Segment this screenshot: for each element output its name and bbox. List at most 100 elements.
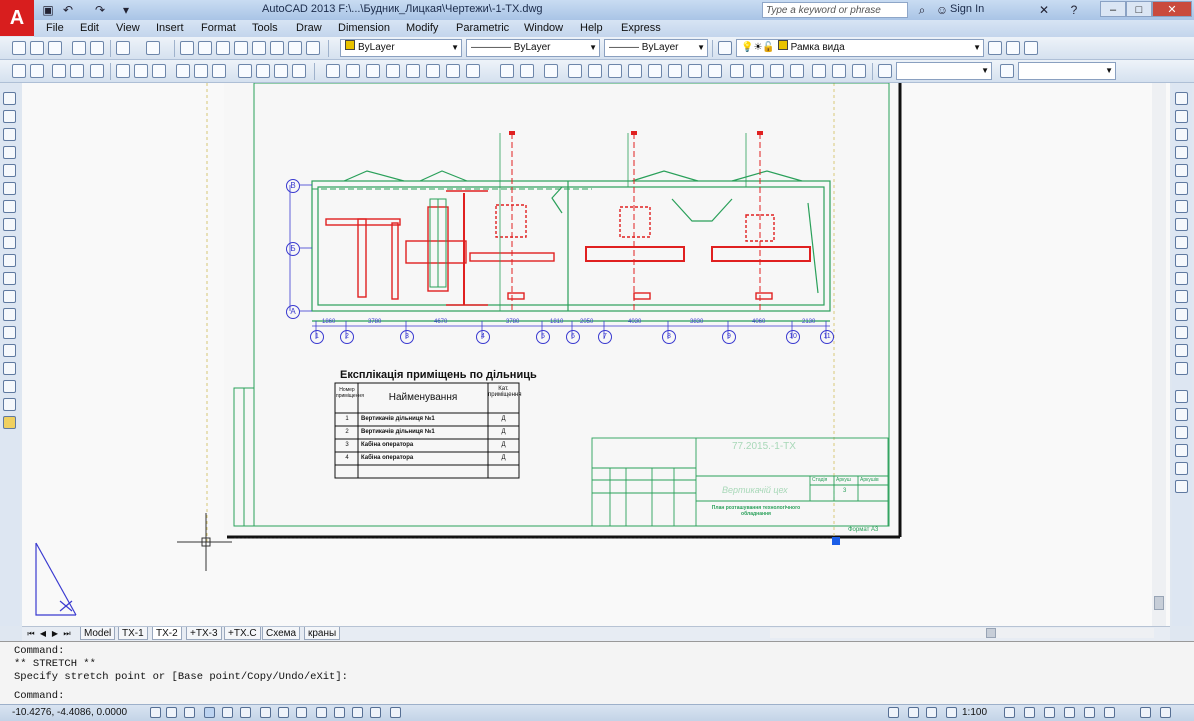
insert-block-icon[interactable]: [3, 290, 16, 303]
plot-icon[interactable]: [72, 41, 86, 55]
copy-icon[interactable]: [750, 64, 764, 78]
table-icon[interactable]: [628, 64, 642, 78]
spline-icon[interactable]: [3, 236, 16, 249]
workspace-icon[interactable]: [1044, 707, 1055, 718]
tab-schema[interactable]: Схема: [262, 627, 301, 640]
tab-tx-c[interactable]: +TX.C: [224, 627, 261, 640]
dim-break-icon[interactable]: [212, 64, 226, 78]
lineweight-dropdown[interactable]: ——— ByLayer ▼: [604, 39, 708, 57]
osnap-icon[interactable]: [240, 707, 251, 718]
layer-previous-icon[interactable]: [1006, 41, 1020, 55]
infer-constraints-icon[interactable]: [150, 707, 161, 718]
rotate-icon[interactable]: [1175, 200, 1188, 213]
baseline-icon[interactable]: [152, 64, 166, 78]
quick-access-dropdown-icon[interactable]: ▾: [118, 2, 134, 18]
redo-icon[interactable]: [146, 41, 160, 55]
mirror-icon[interactable]: [770, 64, 784, 78]
new-icon[interactable]: [12, 41, 26, 55]
gradient-icon[interactable]: [3, 362, 16, 375]
tab-cranes[interactable]: краны: [304, 627, 341, 640]
polyline-icon[interactable]: [3, 128, 16, 141]
break-icon[interactable]: [1175, 290, 1188, 303]
mtext-icon[interactable]: [3, 416, 16, 429]
otrack-icon[interactable]: [278, 707, 289, 718]
annotation-scale-icon[interactable]: [946, 707, 957, 718]
move-icon[interactable]: [1175, 182, 1188, 195]
rotate-icon[interactable]: [790, 64, 804, 78]
last-tab-icon[interactable]: ⏭: [62, 628, 72, 639]
selection-cycling-icon[interactable]: [390, 707, 401, 718]
inspection-icon[interactable]: [274, 64, 288, 78]
ducs-icon[interactable]: [296, 707, 307, 718]
quick-view-layouts-icon[interactable]: [908, 707, 919, 718]
extend-icon[interactable]: [1175, 272, 1188, 285]
circle-icon[interactable]: [386, 64, 400, 78]
color-dropdown[interactable]: ByLayer ▼: [340, 39, 462, 57]
menu-tools[interactable]: Tools: [252, 22, 278, 34]
ellipse-arc-icon[interactable]: [3, 272, 16, 285]
tab-tx-1[interactable]: TX-1: [118, 627, 148, 640]
point-icon[interactable]: [708, 64, 722, 78]
binoculars-icon[interactable]: ⌕: [914, 2, 930, 18]
make-current-icon[interactable]: [988, 41, 1002, 55]
make-block-icon[interactable]: [3, 308, 16, 321]
status-menu-icon[interactable]: [1140, 707, 1151, 718]
menu-parametric[interactable]: Parametric: [456, 22, 509, 34]
chamfer-icon[interactable]: [1175, 326, 1188, 339]
arc-length-icon[interactable]: [52, 64, 66, 78]
polyline-icon[interactable]: [346, 64, 360, 78]
offset-icon[interactable]: [1175, 146, 1188, 159]
lock-icon[interactable]: [1064, 707, 1075, 718]
snap-icon[interactable]: [166, 707, 177, 718]
point-icon[interactable]: [3, 326, 16, 339]
grid-icon[interactable]: [184, 707, 195, 718]
markup-icon[interactable]: [288, 41, 302, 55]
extend-icon[interactable]: [446, 64, 460, 78]
stretch-icon[interactable]: [1175, 236, 1188, 249]
rectangle-icon[interactable]: [544, 64, 558, 78]
scale-icon[interactable]: [1175, 218, 1188, 231]
line-icon[interactable]: [3, 92, 16, 105]
linear-dim-icon[interactable]: [12, 64, 26, 78]
auto-scale-icon[interactable]: [1024, 707, 1035, 718]
table-icon[interactable]: [3, 398, 16, 411]
quick-properties-icon[interactable]: [370, 707, 381, 718]
menu-dimension[interactable]: Dimension: [338, 22, 390, 34]
arc-icon[interactable]: [3, 182, 16, 195]
sign-in-link[interactable]: Sign In: [950, 3, 984, 15]
mtext-icon[interactable]: [648, 64, 662, 78]
vertical-scrollbar[interactable]: [1152, 83, 1166, 626]
copy-icon[interactable]: [1175, 110, 1188, 123]
tolerance-icon[interactable]: [238, 64, 252, 78]
vertical-scroll-thumb[interactable]: [1154, 596, 1164, 610]
save-icon[interactable]: ▣: [40, 2, 56, 18]
trim-icon[interactable]: [426, 64, 440, 78]
text-front-icon[interactable]: [1175, 480, 1188, 493]
command-prompt[interactable]: Command:: [14, 690, 64, 702]
clean-screen-icon[interactable]: [1160, 707, 1171, 718]
mirror-icon[interactable]: [1175, 128, 1188, 141]
tool-palettes-icon[interactable]: [252, 41, 266, 55]
insert-icon[interactable]: [608, 64, 622, 78]
continue-icon[interactable]: [176, 64, 190, 78]
layer-dropdown[interactable]: 💡☀🔓 Рамка вида ▼: [736, 39, 984, 57]
send-under-icon[interactable]: [1175, 462, 1188, 475]
angular-icon[interactable]: [116, 64, 130, 78]
annotation-scale[interactable]: 1:100: [962, 707, 987, 718]
minimize-button[interactable]: –: [1100, 1, 1126, 17]
menu-file[interactable]: File: [46, 22, 64, 34]
array-icon[interactable]: [832, 64, 846, 78]
tab-model[interactable]: Model: [80, 627, 116, 640]
construction-line-icon[interactable]: [3, 110, 16, 123]
menu-help[interactable]: Help: [580, 22, 603, 34]
region-icon[interactable]: [668, 64, 682, 78]
menu-express[interactable]: Express: [621, 22, 661, 34]
move-icon[interactable]: [730, 64, 744, 78]
bring-front-icon[interactable]: [1175, 408, 1188, 421]
polar-icon[interactable]: [222, 707, 233, 718]
zoom-icon[interactable]: [198, 41, 212, 55]
design-center-icon[interactable]: [234, 41, 248, 55]
app-logo-button[interactable]: A: [0, 0, 34, 36]
ordinate-icon[interactable]: [70, 64, 84, 78]
revision-cloud-icon[interactable]: [3, 218, 16, 231]
